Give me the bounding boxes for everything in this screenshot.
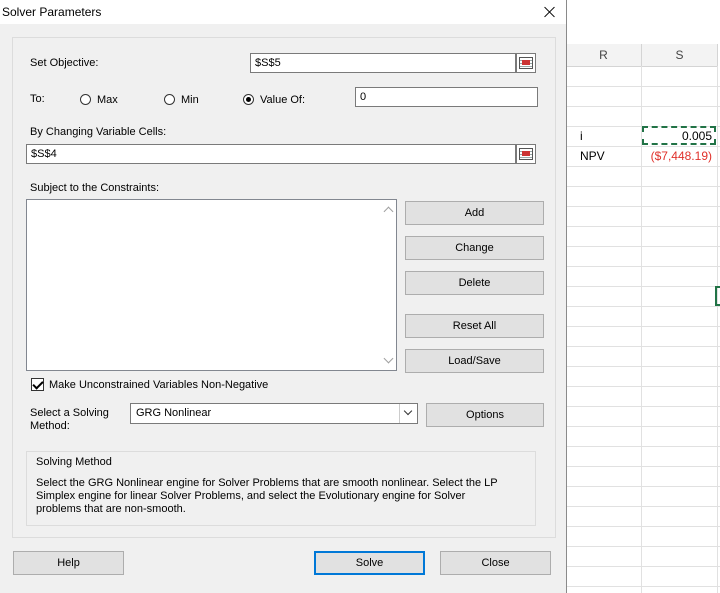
scroll-up-icon[interactable] [383,206,394,217]
gridline [566,586,720,587]
gridline [566,246,720,247]
cell-s5[interactable]: ($7,448.19) [644,146,712,166]
changing-cells-input[interactable]: $S$4 [26,144,516,164]
gridline [566,266,720,267]
to-label: To: [30,93,45,105]
gridline [566,466,720,467]
gridline [566,346,720,347]
value-of-label: Value Of: [260,94,306,106]
title-bar[interactable]: Solver Parameters [0,0,566,24]
column-header-r[interactable]: R [566,44,642,67]
options-button[interactable]: Options [426,403,544,427]
gridline [566,286,720,287]
gridline [566,326,720,327]
gridline [566,206,720,207]
change-button[interactable]: Change [405,236,544,260]
column-header-s[interactable]: S [642,44,718,67]
help-button[interactable]: Help [13,551,124,575]
range-select-icon[interactable] [516,144,536,164]
gridline [566,486,720,487]
range-select-icon[interactable] [516,53,536,73]
delete-button[interactable]: Delete [405,271,544,295]
gridline [566,506,720,507]
gridline [566,186,720,187]
gridline [566,446,720,447]
method-description-line-3: problems that are non-smooth. [36,503,186,515]
value-of-input[interactable]: 0 [355,87,538,107]
solving-method-label-2: Method: [30,420,70,432]
spreadsheet-grid: R S i NPV 0.005 ($7,448.19) [566,0,720,593]
changing-cells-label: By Changing Variable Cells: [30,126,167,138]
close-icon[interactable] [540,2,560,22]
gridline [566,306,720,307]
solve-button[interactable]: Solve [314,551,425,575]
gridline [566,226,720,227]
constraints-list[interactable] [26,199,397,371]
gridline [566,426,720,427]
method-group-title: Solving Method [36,456,112,468]
gridline [566,566,720,567]
nonneg-checkbox[interactable] [31,378,44,391]
solving-method-label: Select a Solving [30,407,109,419]
solving-method-select[interactable]: GRG Nonlinear [130,403,418,424]
solving-method-value: GRG Nonlinear [136,407,212,419]
max-label: Max [97,94,118,106]
gridline [566,166,720,167]
constraints-label: Subject to the Constraints: [30,182,160,194]
cell-r4[interactable]: i [580,126,583,146]
load-save-button[interactable]: Load/Save [405,349,544,373]
value-of-radio[interactable] [243,94,254,105]
gridline [641,66,642,593]
solver-parameters-dialog: Solver Parameters Set Objective: $S$5 To… [0,0,567,593]
gridline [566,406,720,407]
set-objective-label: Set Objective: [30,57,99,69]
reset-all-button[interactable]: Reset All [405,314,544,338]
gridline [566,106,720,107]
active-cell-border [715,286,720,306]
gridline [566,526,720,527]
cell-s4: 0.005 [681,129,712,143]
min-radio[interactable] [164,94,175,105]
gridline [717,66,718,593]
max-radio[interactable] [80,94,91,105]
add-button[interactable]: Add [405,201,544,225]
dialog-title: Solver Parameters [2,5,102,19]
gridline [566,386,720,387]
nonneg-label: Make Unconstrained Variables Non-Negativ… [49,379,269,391]
method-description-line-1: Select the GRG Nonlinear engine for Solv… [36,477,498,489]
gridline [566,366,720,367]
gridline [566,546,720,547]
set-objective-input[interactable]: $S$5 [250,53,516,73]
constraints-scrollbar[interactable] [381,200,396,370]
close-button[interactable]: Close [440,551,551,575]
chevron-down-icon[interactable] [399,404,417,423]
scroll-down-icon[interactable] [383,353,394,364]
method-description-line-2: Simplex engine for linear Solver Problem… [36,490,466,502]
cell-r5[interactable]: NPV [580,146,605,166]
min-label: Min [181,94,199,106]
gridline [566,86,720,87]
